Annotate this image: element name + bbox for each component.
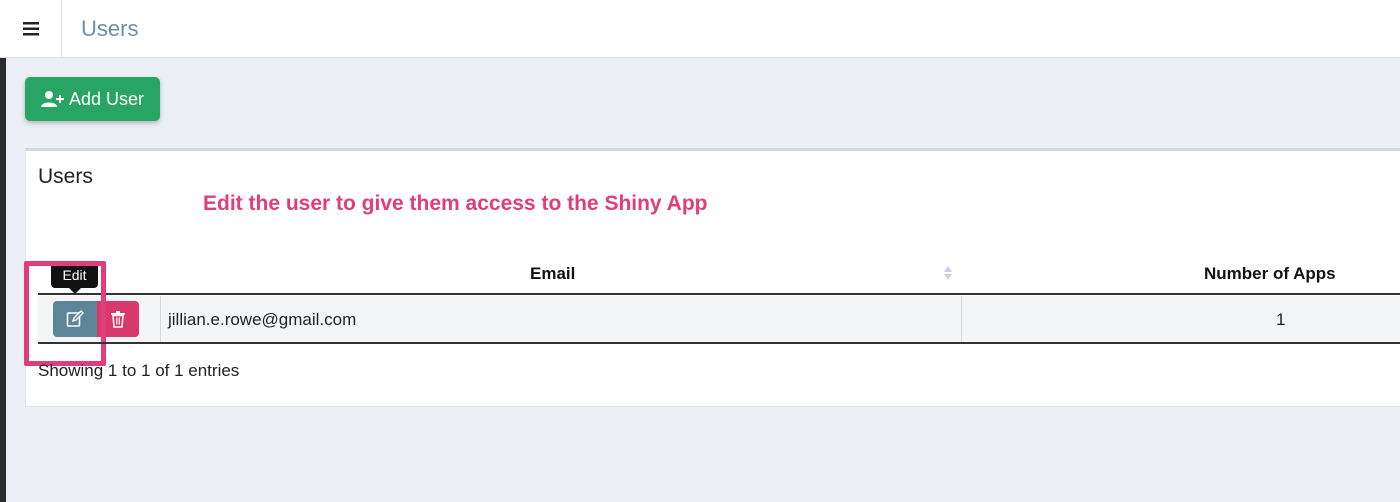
hamburger-icon	[22, 22, 39, 36]
add-user-label: Add User	[69, 88, 145, 109]
left-edge-strip	[0, 58, 6, 502]
user-plus-icon	[41, 91, 64, 107]
column-divider	[160, 296, 161, 342]
annotation-highlight-box	[24, 261, 106, 366]
card-title: Users	[38, 165, 93, 188]
add-user-button[interactable]: Add User	[25, 77, 160, 121]
cell-number-of-apps: 1	[1276, 310, 1286, 329]
table-info: Showing 1 to 1 of 1 entries	[38, 361, 240, 380]
column-header-email[interactable]: Email	[530, 264, 575, 284]
sidebar-toggle-button[interactable]	[0, 0, 62, 58]
sort-icon[interactable]	[943, 265, 953, 281]
table-bottom-divider	[38, 342, 1400, 344]
top-navbar: Users	[0, 0, 1400, 58]
trash-icon	[111, 310, 125, 328]
page-title: Users	[81, 16, 139, 41]
annotation-text: Edit the user to give them access to the…	[203, 192, 708, 215]
cell-email: jillian.e.rowe@gmail.com	[168, 310, 357, 329]
users-card: Users Edit the user to give them access …	[24, 148, 1400, 407]
column-header-number-of-apps[interactable]: Number of Apps	[1204, 264, 1336, 284]
header-divider	[38, 293, 1400, 295]
column-divider	[961, 296, 962, 342]
